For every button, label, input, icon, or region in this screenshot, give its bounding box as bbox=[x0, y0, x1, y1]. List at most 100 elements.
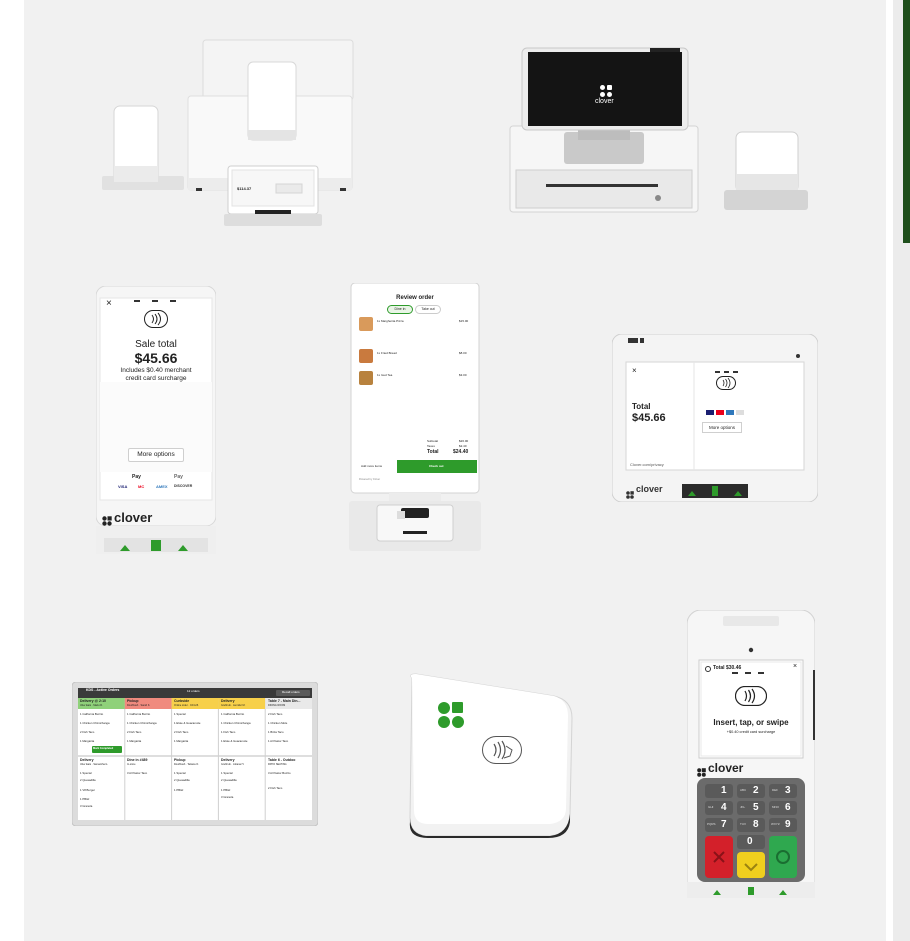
kds-col-1-title: Delivery @ 2:10 bbox=[80, 699, 106, 703]
kiosk-item-3-price: $3.00 bbox=[459, 373, 467, 377]
kds-col-1-item: 1 Chicken Chimichanga bbox=[80, 721, 110, 725]
mini-more-options-label: More options bbox=[708, 425, 735, 430]
kds-col-2-sub: DoorDash · Sarah K. bbox=[127, 704, 151, 707]
clover-mini-device: × Total $45.66 More options Clover.com/p… bbox=[612, 334, 818, 502]
kds-row2-col-1-sub: Uber Eats · Samantha G. bbox=[80, 763, 109, 766]
clover-kiosk-device: Review order Dine in Take out 1x Margher… bbox=[349, 283, 481, 553]
clover-flex-pocket-device: Total $30.46 × Insert, tap, or swipe +$0… bbox=[687, 610, 815, 898]
kds-row2-item: 1 PB&J bbox=[80, 797, 90, 801]
kds-col-5-item: 1 Birria Taco bbox=[268, 730, 284, 734]
kiosk-subtotal-value: $26.00 bbox=[459, 439, 469, 443]
mini-close-icon[interactable]: × bbox=[632, 366, 637, 375]
kds-col-5-title: Table 7 - Main Din... bbox=[268, 699, 301, 703]
kds-row2-item: 1 V8 Burger bbox=[80, 788, 95, 792]
pocket-clover-logo-icon bbox=[697, 764, 706, 777]
kds-col-1-item: 2 Fish Taco bbox=[80, 730, 95, 734]
key-letters: WXYZ bbox=[771, 822, 780, 826]
kds-row2-col-2-sub: In-store bbox=[127, 763, 136, 766]
kiosk-tab-dine-in[interactable]: Dine in bbox=[387, 305, 413, 314]
kds-row2-col-1-title: Delivery bbox=[80, 758, 94, 762]
key-number: 4 bbox=[721, 802, 727, 813]
key-letters: DEF bbox=[772, 788, 778, 792]
kds-row2-item: 1 Special bbox=[174, 771, 186, 775]
kds-row2-item: 1 PB&J bbox=[174, 788, 184, 792]
kds-row2-item: 2 Quesadilla bbox=[174, 778, 190, 782]
keypad-key-1[interactable]: 1 bbox=[705, 784, 733, 798]
keypad-key-7[interactable]: PQRS 7 bbox=[705, 818, 733, 832]
station-pro-tablet-amount: $114.37 bbox=[237, 186, 252, 191]
kds-col-1-item: 1 California Burrito bbox=[80, 712, 104, 716]
scrollbar-thumb[interactable] bbox=[903, 0, 910, 243]
keypad-key-4[interactable]: GHI 4 bbox=[705, 801, 733, 815]
kiosk-tab-take-out[interactable]: Take out bbox=[415, 305, 441, 314]
station-pro-device: $114.37 bbox=[100, 38, 360, 230]
flex-more-options-label: More options bbox=[137, 451, 175, 458]
kds-row2-col-2-title: Dine in #489 bbox=[127, 758, 148, 762]
keypad-enter-button[interactable] bbox=[769, 836, 797, 878]
mastercard-logo: MC bbox=[138, 484, 145, 489]
keypad-key-8[interactable]: TUV 8 bbox=[737, 818, 765, 832]
kiosk-checkout-button[interactable]: Check out bbox=[429, 464, 444, 468]
key-number: 9 bbox=[785, 819, 791, 830]
kitchen-display-device: KDS - Active Orders 12 orders Recall ord… bbox=[72, 682, 318, 826]
keypad-key-2[interactable]: ABC 2 bbox=[737, 784, 765, 798]
pocket-info-icon bbox=[705, 666, 711, 672]
flex-google-pay: Pay bbox=[174, 474, 183, 480]
flex-sale-label: Sale total bbox=[135, 339, 177, 350]
keypad-key-9[interactable]: WXYZ 9 bbox=[769, 818, 797, 832]
kds-row2-col-5-sub: PATIO SEATING bbox=[268, 763, 287, 766]
keypad-clear-button[interactable] bbox=[737, 852, 765, 878]
kds-col-5-item: 1 Chicken Mole bbox=[268, 721, 288, 725]
kds-header-center: 12 orders bbox=[187, 689, 200, 693]
kds-col-3-sub: Online order · Chris B. bbox=[174, 704, 199, 707]
flex-card-logos: VISA MC AMEX DISCOVER bbox=[118, 484, 198, 492]
key-letters: JKL bbox=[740, 805, 746, 809]
go-contactless-icon bbox=[482, 736, 522, 764]
clover-go-device: clover bbox=[404, 672, 574, 838]
kds-col-3-item: 1 Margarita bbox=[174, 739, 189, 743]
keypad-key-5[interactable]: JKL 5 bbox=[737, 801, 765, 815]
keypad-key-0[interactable]: 0 bbox=[737, 835, 765, 849]
mini-brand: clover bbox=[636, 484, 663, 494]
flex-surcharge-line-2: credit card surcharge bbox=[125, 375, 187, 382]
key-number: 1 bbox=[721, 785, 727, 796]
kds-recall-button[interactable]: Recall orders bbox=[282, 690, 300, 694]
keypad-cancel-button[interactable] bbox=[705, 836, 733, 878]
visa-logo: VISA bbox=[118, 484, 128, 489]
kds-col-2-item: 1 Chicken Chimichanga bbox=[127, 721, 157, 725]
kds-row2-col-3-sub: DoorDash · Tatiana O. bbox=[174, 763, 199, 766]
kiosk-item-2-price: $8.00 bbox=[459, 351, 467, 355]
kds-row2-item: 3 Granola bbox=[221, 795, 234, 799]
flex-close-icon[interactable]: × bbox=[106, 298, 112, 309]
mini-total-amount: $45.66 bbox=[632, 412, 666, 424]
pocket-surcharge: +$0.40 credit card surcharge bbox=[726, 730, 776, 734]
clear-icon bbox=[744, 863, 758, 872]
flex-more-options-button[interactable]: More options bbox=[128, 448, 184, 462]
kds-mark-completed-button[interactable]: Mark Completed bbox=[93, 747, 113, 750]
key-number: 0 bbox=[747, 836, 753, 847]
kiosk-add-more-button[interactable]: Add more items bbox=[361, 464, 382, 468]
kds-col-3-item: 1 Special bbox=[174, 712, 186, 716]
kds-col-3-title: Curbside bbox=[174, 699, 190, 703]
station-solo-illustration bbox=[509, 47, 808, 213]
amex-logo: AMEX bbox=[156, 484, 168, 489]
mini-clover-logo-icon bbox=[626, 486, 634, 499]
discover-logo: DISCOVER bbox=[174, 484, 193, 488]
kds-row2-item: 3 Al Pastor Burrito bbox=[268, 771, 291, 775]
enter-circle-icon bbox=[776, 850, 790, 864]
kds-row2-item: 2 Quesadilla bbox=[221, 778, 237, 782]
kds-header-title: KDS - Active Orders bbox=[86, 688, 120, 692]
mini-more-options-button[interactable]: More options bbox=[702, 422, 742, 433]
kiosk-subtotal-label: Subtotal bbox=[427, 439, 439, 443]
key-number: 2 bbox=[753, 785, 759, 796]
kds-row2-item: 1 PB&J bbox=[221, 788, 231, 792]
kds-row2-item: 1 Special bbox=[80, 771, 92, 775]
pocket-close-icon[interactable]: × bbox=[793, 663, 797, 670]
keypad-key-3[interactable]: DEF 3 bbox=[769, 784, 797, 798]
kds-row2-item: 3 Al Pastor Taco bbox=[127, 771, 148, 775]
key-number: 3 bbox=[785, 785, 791, 796]
kds-row2-item: 1 Special bbox=[221, 771, 233, 775]
flex-clover-logo-icon bbox=[102, 513, 112, 526]
kiosk-item-2-name: 1x Fried Bread bbox=[377, 351, 397, 355]
keypad-key-6[interactable]: MNO 6 bbox=[769, 801, 797, 815]
